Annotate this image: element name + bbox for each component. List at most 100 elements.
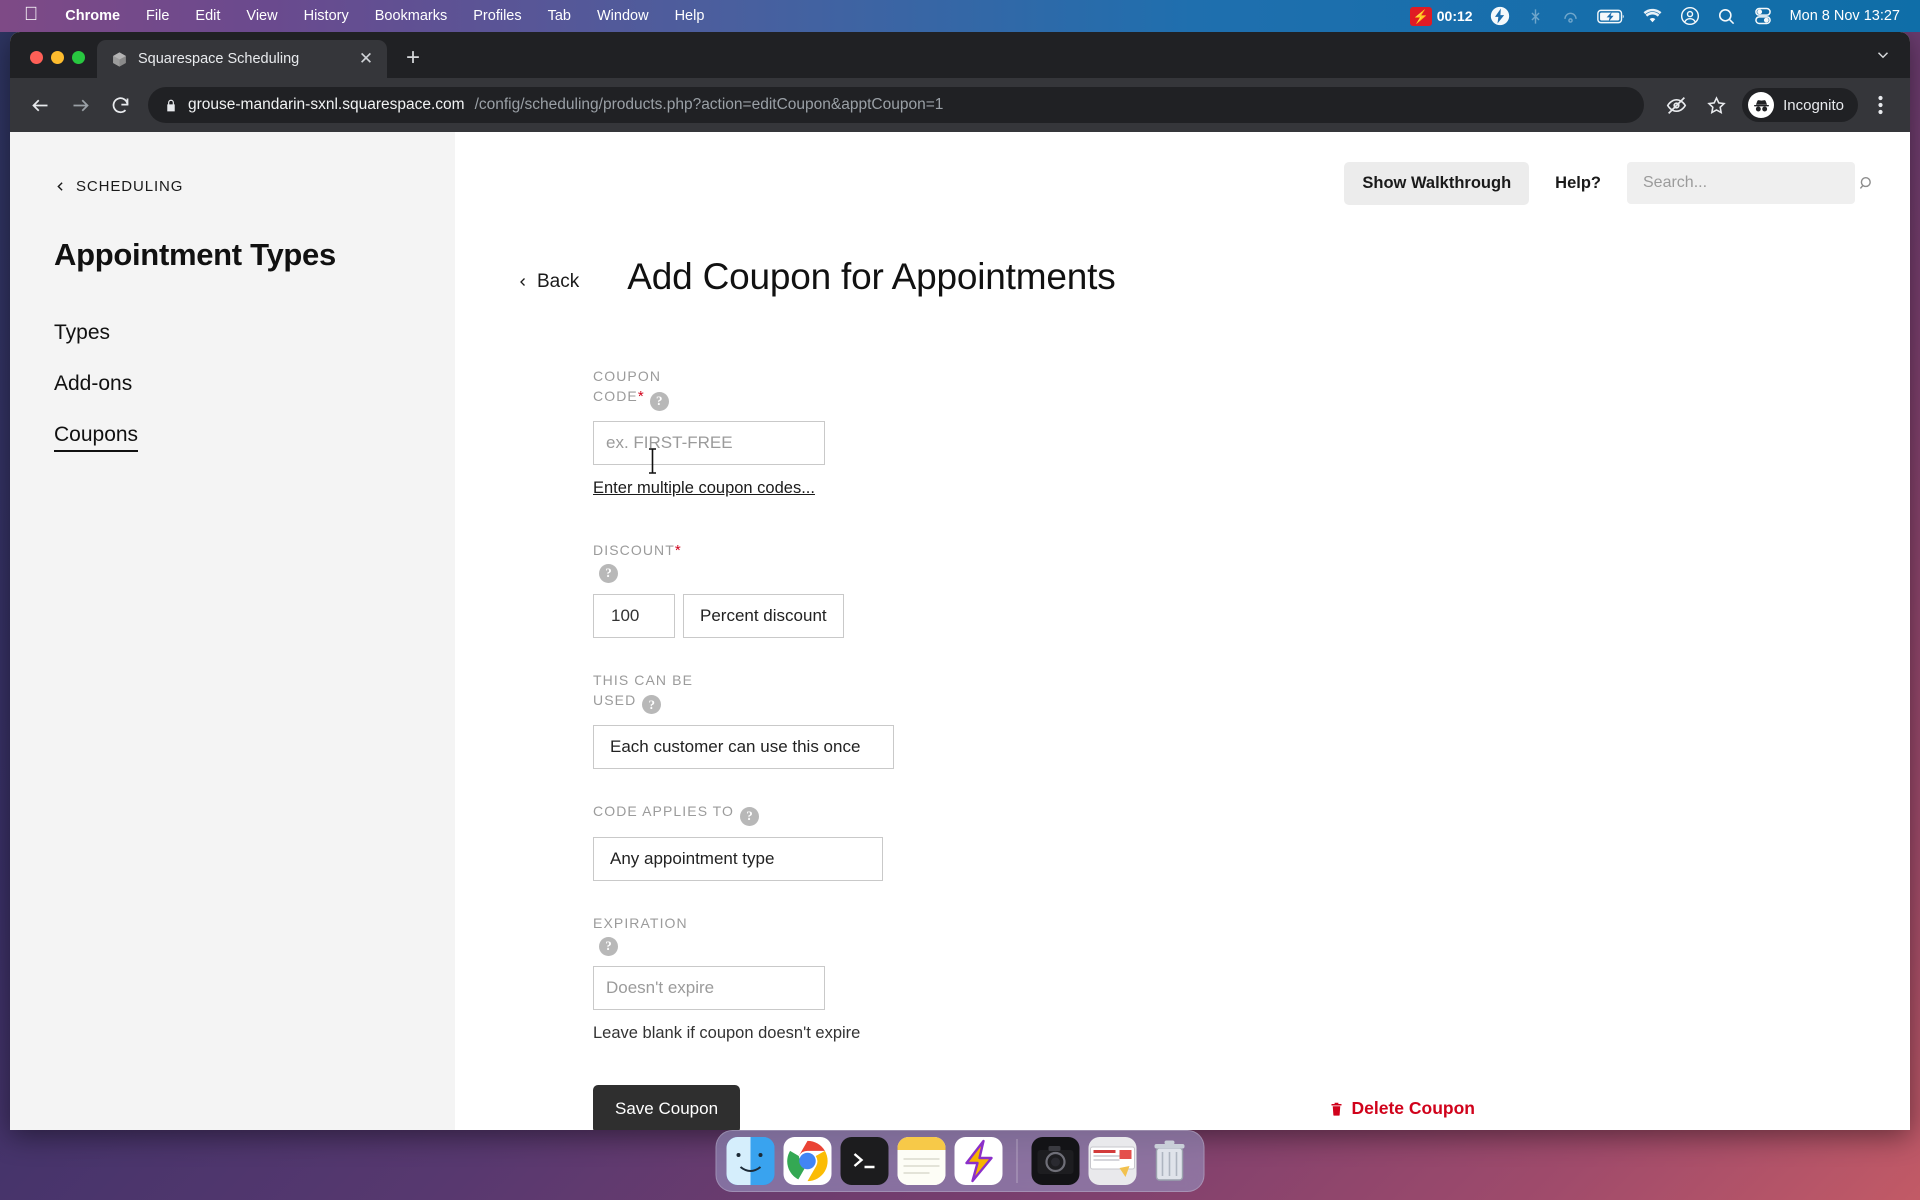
battery-charging-icon[interactable] (1596, 9, 1625, 24)
menu-item-tab[interactable]: Tab (535, 8, 584, 24)
bolt-icon[interactable] (1490, 6, 1510, 26)
sidebar-heading: Appointment Types (54, 237, 336, 272)
applies-to-label-line2: TO (712, 803, 734, 820)
reload-icon[interactable] (102, 87, 138, 123)
expiration-label-wrap: EXPIRATION? (593, 913, 705, 956)
help-circle-icon[interactable]: ? (599, 936, 618, 956)
bolt-app-icon[interactable] (954, 1137, 1003, 1185)
camera-icon[interactable] (1031, 1137, 1080, 1185)
browser-tabstrip: Squarespace Scheduling ✕ + (10, 32, 1910, 78)
menu-item-chrome[interactable]: Chrome (52, 8, 133, 24)
sidebar-item-types[interactable]: Types (54, 321, 110, 345)
coupon-code-input[interactable] (593, 420, 825, 465)
incognito-label: Incognito (1783, 96, 1844, 114)
menu-item-edit[interactable]: Edit (182, 8, 233, 24)
three-dot-menu-icon[interactable] (1862, 87, 1898, 123)
discount-amount-input[interactable] (593, 593, 675, 638)
sidebar-back-label: SCHEDULING (76, 178, 184, 195)
applies-to-label-wrap: CODE APPLIES TO? (593, 801, 793, 826)
trash-icon (1329, 1100, 1344, 1118)
trash-icon[interactable] (1146, 1137, 1194, 1185)
chrome-icon[interactable] (783, 1137, 832, 1185)
field-discount: DISCOUNT*? Percent discount (593, 540, 1567, 638)
page-viewport: SCHEDULING Appointment Types Types Add-o… (10, 132, 1910, 1130)
main-content: Show Walkthrough Help? Back (455, 132, 1910, 1130)
browser-tab-title: Squarespace Scheduling (138, 51, 300, 67)
applies-to-value: Any appointment type (610, 848, 775, 868)
recording-time: 00:12 (1436, 8, 1473, 24)
menu-item-bookmarks[interactable]: Bookmarks (362, 8, 461, 24)
expiration-label: EXPIRATION (593, 914, 688, 931)
menubar-clock[interactable]: Mon 8 Nov 13:27 (1790, 8, 1900, 24)
page-title: Add Coupon for Appointments (627, 256, 1116, 297)
enter-multiple-codes-link[interactable]: Enter multiple coupon codes... (593, 479, 815, 498)
help-circle-icon[interactable]: ? (649, 391, 669, 411)
dock-divider (1016, 1139, 1018, 1183)
terminal-icon[interactable] (840, 1137, 889, 1185)
browser-tab[interactable]: Squarespace Scheduling ✕ (97, 40, 387, 78)
incognito-icon (1748, 92, 1775, 118)
required-marker: * (674, 541, 681, 559)
menu-item-view[interactable]: View (233, 8, 290, 24)
menu-item-history[interactable]: History (291, 8, 362, 24)
show-walkthrough-button[interactable]: Show Walkthrough (1344, 161, 1530, 205)
menubar-app-menus:  Chrome File Edit View History Bookmark… (14, 5, 717, 27)
menu-item-profiles[interactable]: Profiles (460, 8, 534, 24)
discount-row: Percent discount (593, 593, 1567, 638)
sidebar-item-add-ons[interactable]: Add-ons (54, 372, 132, 396)
help-circle-icon[interactable]: ? (599, 563, 618, 583)
menu-item-file[interactable]: File (133, 8, 182, 24)
minimize-window-button[interactable] (51, 51, 64, 64)
usage-label-line1: THIS CAN BE (593, 671, 694, 688)
tab-search-chevron-down-icon[interactable] (1874, 46, 1892, 69)
screenshot-icon[interactable] (1088, 1137, 1137, 1185)
menu-item-window[interactable]: Window (584, 8, 662, 24)
back-button[interactable]: Back (517, 271, 579, 293)
close-tab-icon[interactable]: ✕ (355, 48, 377, 70)
discount-type-select[interactable]: Percent discount (683, 593, 844, 638)
menubar-status-items: ⚡ 00:12 Mon 8 Nov 13:27 (1409, 6, 1906, 26)
control-center-icon[interactable] (1753, 6, 1773, 26)
notes-icon[interactable] (897, 1137, 946, 1185)
wifi-icon[interactable] (1642, 8, 1663, 24)
delete-coupon-button[interactable]: Delete Coupon (1329, 1098, 1475, 1119)
field-coupon-code: COUPON CODE*? Enter multiple coupon code… (593, 366, 1567, 498)
applies-to-label-line1: CODE APPLIES (593, 803, 709, 820)
sidebar-item-coupons[interactable]: Coupons (54, 423, 139, 452)
spotlight-search-icon[interactable] (1717, 7, 1736, 26)
browser-toolbar: grouse-mandarin-sxnl.squarespace.com /co… (10, 78, 1910, 132)
search-box[interactable] (1627, 162, 1871, 204)
new-tab-button[interactable]: + (396, 41, 430, 75)
bluetooth-off-icon[interactable] (1527, 7, 1544, 26)
help-link[interactable]: Help? (1547, 174, 1609, 193)
search-input[interactable] (1643, 174, 1850, 192)
finder-icon[interactable] (726, 1137, 775, 1185)
search-icon[interactable] (1858, 175, 1875, 192)
help-circle-icon[interactable]: ? (642, 695, 662, 715)
help-circle-icon[interactable]: ? (739, 806, 759, 826)
expiration-hint: Leave blank if coupon doesn't expire (593, 1023, 861, 1042)
applies-to-select[interactable]: Any appointment type (593, 836, 883, 881)
save-coupon-button[interactable]: Save Coupon (593, 1084, 741, 1130)
apple-logo-icon[interactable]:  (14, 5, 52, 27)
eye-off-icon[interactable] (1658, 87, 1694, 123)
close-window-button[interactable] (30, 51, 43, 64)
user-account-icon[interactable] (1680, 6, 1700, 26)
address-bar[interactable]: grouse-mandarin-sxnl.squarespace.com /co… (148, 87, 1645, 123)
usage-select[interactable]: Each customer can use this once (593, 725, 894, 770)
coupon-code-label-wrap: COUPON CODE*? (593, 366, 705, 411)
usage-label-wrap: THIS CAN BE USED? (593, 670, 705, 715)
screen-recording-indicator[interactable]: ⚡ 00:12 (1409, 6, 1473, 26)
star-icon[interactable] (1698, 87, 1734, 123)
field-expiration: EXPIRATION? Leave blank if coupon doesn'… (593, 913, 1567, 1043)
menu-item-help[interactable]: Help (662, 8, 718, 24)
expiration-input[interactable] (593, 965, 825, 1010)
incognito-profile-badge[interactable]: Incognito (1742, 88, 1858, 122)
maximize-window-button[interactable] (72, 51, 85, 64)
required-marker: * (637, 388, 644, 406)
content-header: Show Walkthrough Help? (455, 132, 1910, 208)
arrow-right-icon[interactable] (62, 87, 98, 123)
arrow-left-icon[interactable] (22, 87, 58, 123)
sidebar-back-to-scheduling[interactable]: SCHEDULING (54, 178, 455, 195)
airdrop-icon[interactable] (1561, 7, 1580, 26)
